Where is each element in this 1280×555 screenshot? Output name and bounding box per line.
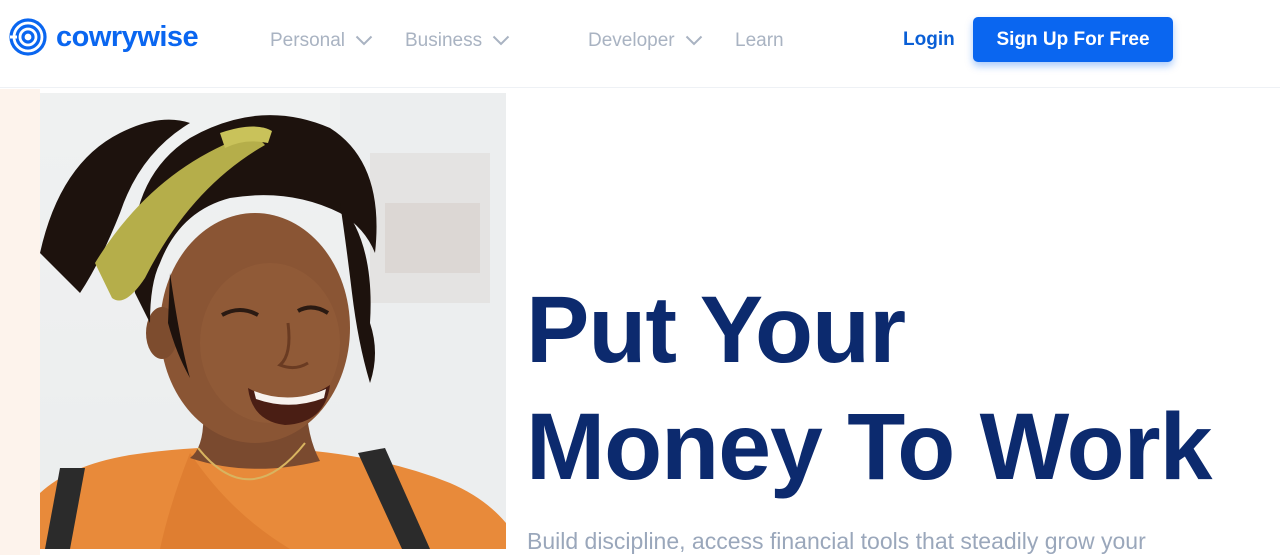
hero-left-accent-strip <box>0 89 40 555</box>
hero-headline-line-2: Money To Work <box>526 394 1212 500</box>
hero-headline: Put Your Money To Work <box>526 272 1266 506</box>
nav-item-learn[interactable]: Learn <box>735 28 784 52</box>
nav-item-label: Learn <box>735 29 784 51</box>
hero-headline-line-1: Put Your <box>526 277 906 383</box>
nav-item-label: Developer <box>588 29 675 51</box>
nav-item-label: Personal <box>270 29 345 51</box>
nav-item-personal[interactable]: Personal <box>270 28 373 52</box>
brand-logo-link[interactable]: cowrywise <box>8 17 199 57</box>
hero-subtitle: Build discipline, access financial tools… <box>527 528 1146 554</box>
hero-photo <box>40 93 506 549</box>
nav-item-developer[interactable]: Developer <box>588 28 703 52</box>
brand-name: cowrywise <box>56 20 199 53</box>
top-navigation-bar: cowrywise Personal Business Developer Le… <box>0 0 1280 88</box>
nav-item-label: Business <box>405 29 483 51</box>
login-link[interactable]: Login <box>903 28 955 52</box>
chevron-down-icon <box>355 35 373 45</box>
sign-up-button[interactable]: Sign Up For Free <box>973 17 1173 62</box>
chevron-down-icon <box>685 35 702 45</box>
hero-photo-illustration <box>40 93 506 549</box>
cowrywise-logo-icon <box>9 18 47 56</box>
chevron-down-icon <box>492 35 510 45</box>
nav-item-business[interactable]: Business <box>405 28 510 52</box>
